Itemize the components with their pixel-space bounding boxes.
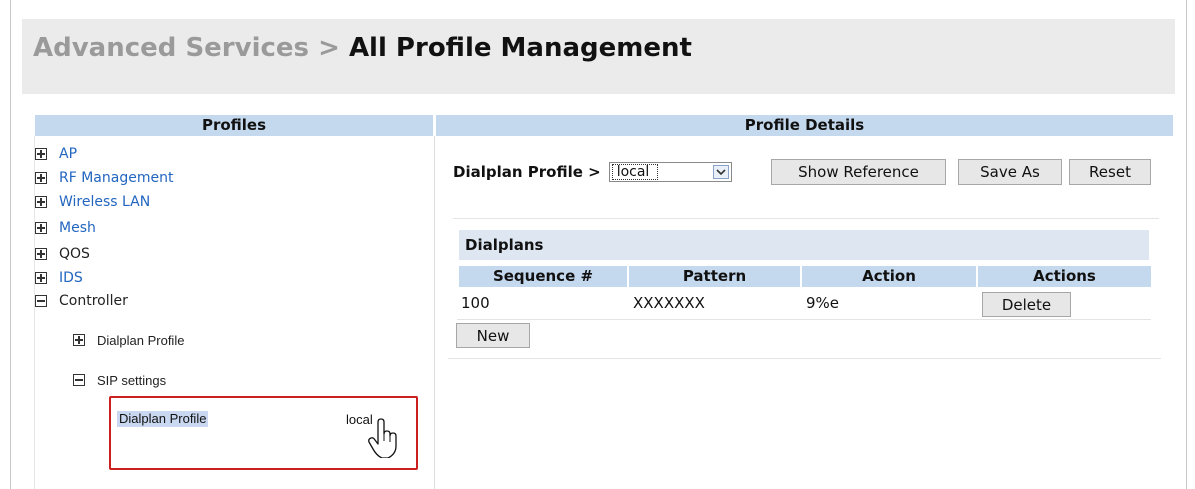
reset-button[interactable]: Reset <box>1069 159 1151 185</box>
tree-item-label[interactable]: Wireless LAN <box>59 194 150 210</box>
save-as-button[interactable]: Save As <box>958 159 1062 185</box>
left-border <box>34 136 35 489</box>
tree-item-dialplan-profile[interactable]: Dialplan Profile <box>73 330 184 350</box>
breadcrumb-separator: > <box>318 33 340 63</box>
tree-item-rf-management[interactable]: RF Management <box>35 168 173 188</box>
tree-item-label[interactable]: QOS <box>59 246 90 262</box>
cell-action: 9%e <box>806 294 840 312</box>
tree-item-mesh[interactable]: Mesh <box>35 218 96 238</box>
show-reference-button[interactable]: Show Reference <box>771 159 946 185</box>
tree-item-label[interactable]: IDS <box>59 270 83 286</box>
chevron-down-icon[interactable] <box>712 165 729 179</box>
tree-item-qos[interactable]: QOS <box>35 244 90 264</box>
profile-details-header: Profile Details <box>436 115 1173 136</box>
breadcrumb-parent[interactable]: Advanced Services <box>33 33 309 63</box>
dialplan-profile-select-value[interactable]: local <box>611 164 659 180</box>
expand-plus-icon[interactable] <box>35 248 47 260</box>
new-button[interactable]: New <box>456 323 530 348</box>
divider <box>448 358 1161 359</box>
panel-divider <box>434 136 435 489</box>
tree-item-ids[interactable]: IDS <box>35 268 83 288</box>
page-title: All Profile Management <box>348 33 692 63</box>
delete-button[interactable]: Delete <box>982 292 1071 317</box>
collapse-minus-icon[interactable] <box>35 295 47 307</box>
hand-cursor-icon <box>368 418 397 458</box>
collapse-minus-icon[interactable] <box>73 374 85 386</box>
row-divider <box>457 319 1151 320</box>
tree-item-label[interactable]: RF Management <box>59 170 173 186</box>
tree-item-label[interactable]: AP <box>59 146 77 162</box>
divider <box>453 218 1159 219</box>
breadcrumb: Advanced Services > All Profile Manageme… <box>33 33 692 63</box>
tree-item-label[interactable]: SIP settings <box>97 373 166 388</box>
profiles-header: Profiles <box>35 115 433 136</box>
expand-plus-icon[interactable] <box>35 196 47 208</box>
expand-plus-icon[interactable] <box>35 172 47 184</box>
dialplans-section-header: Dialplans <box>459 230 1149 260</box>
dialplan-profile-row: Dialplan Profile > local <box>453 158 732 186</box>
column-header-action: Action <box>802 266 976 287</box>
tree-item-label[interactable]: Mesh <box>59 220 96 236</box>
tree-item-ap[interactable]: AP <box>35 144 77 164</box>
tree-item-controller[interactable]: Controller <box>35 291 128 311</box>
selected-profile-label[interactable]: Dialplan Profile <box>117 411 209 427</box>
cell-sequence: 100 <box>461 294 490 312</box>
column-header-pattern: Pattern <box>629 266 800 287</box>
dialplan-profile-label: Dialplan Profile > <box>453 163 601 181</box>
cell-pattern: XXXXXXX <box>633 294 705 312</box>
page-header: Advanced Services > All Profile Manageme… <box>22 19 1175 94</box>
column-header-actions: Actions <box>978 266 1151 287</box>
expand-plus-icon[interactable] <box>35 272 47 284</box>
expand-plus-icon[interactable] <box>35 148 47 160</box>
tree-item-label[interactable]: Controller <box>59 293 128 309</box>
column-header-sequence: Sequence # <box>459 266 627 287</box>
expand-plus-icon[interactable] <box>35 222 47 234</box>
tree-item-wireless-lan[interactable]: Wireless LAN <box>35 192 150 212</box>
dialplan-profile-select[interactable]: local <box>608 162 732 182</box>
expand-plus-icon[interactable] <box>73 334 85 346</box>
tree-item-label[interactable]: Dialplan Profile <box>97 333 184 348</box>
tree-item-sip-settings[interactable]: SIP settings <box>73 370 166 390</box>
